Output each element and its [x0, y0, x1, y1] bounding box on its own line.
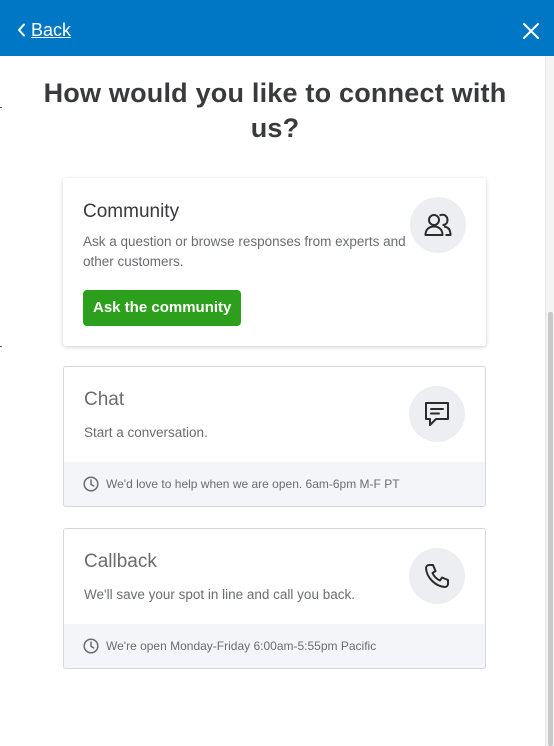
callback-title: Callback	[84, 551, 157, 572]
edge-marker	[0, 346, 2, 347]
callback-description: We'll save your spot in line and call yo…	[84, 587, 355, 602]
clock-icon	[83, 476, 99, 492]
community-description: Ask a question or browse responses from …	[83, 234, 406, 269]
chat-hours-text: We'd love to help when we are open. 6am-…	[106, 477, 400, 491]
community-icon-circle	[410, 197, 466, 253]
back-label[interactable]: Back	[31, 20, 71, 41]
chat-hours-bar: We'd love to help when we are open. 6am-…	[64, 462, 485, 506]
community-title: Community	[83, 201, 180, 222]
chat-title: Chat	[84, 389, 125, 410]
edge-marker	[0, 107, 2, 108]
people-icon	[424, 213, 452, 236]
callback-hours-bar: We're open Monday-Friday 6:00am-5:55pm P…	[64, 624, 485, 668]
callback-hours-text: We're open Monday-Friday 6:00am-5:55pm P…	[106, 639, 377, 653]
callback-card[interactable]: Callback We'll save your spot in line an…	[63, 528, 486, 669]
scrollbar-thumb[interactable]	[548, 312, 553, 746]
chat-icon-circle	[409, 386, 465, 442]
callback-icon-circle	[409, 548, 465, 604]
page-title: How would you like to connect with us?	[43, 78, 507, 143]
chat-description: Start a conversation.	[84, 425, 208, 440]
community-card: Community Ask a question or browse respo…	[63, 178, 486, 346]
close-button[interactable]	[522, 22, 540, 40]
chat-bubble-icon	[425, 402, 449, 426]
chat-card[interactable]: Chat Start a conversation. We'd love to …	[63, 366, 486, 507]
close-icon	[523, 23, 539, 39]
phone-icon	[425, 564, 449, 588]
back-link[interactable]: Back	[17, 18, 71, 42]
chevron-left-icon	[18, 23, 25, 37]
ask-community-button[interactable]: Ask the community	[83, 290, 242, 326]
dialog-header: Back	[0, 0, 554, 56]
clock-icon	[83, 638, 99, 654]
